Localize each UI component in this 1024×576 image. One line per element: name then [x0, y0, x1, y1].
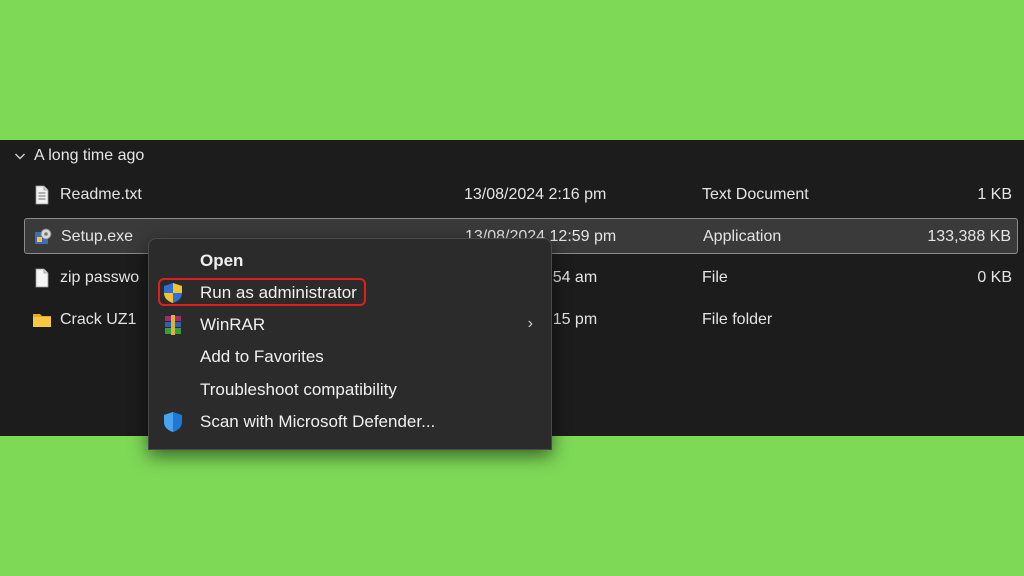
group-label: A long time ago — [34, 147, 145, 164]
menu-item-winrar[interactable]: WinRAR › — [149, 309, 551, 341]
file-size: 1 KB — [977, 186, 1012, 203]
menu-item-label: Add to Favorites — [200, 347, 324, 366]
file-type: Application — [703, 228, 782, 245]
winrar-icon — [165, 315, 181, 335]
file-name: Crack UZ1 — [60, 311, 137, 328]
file-type: Text Document — [702, 186, 809, 203]
menu-item-label: Troubleshoot compatibility — [200, 380, 397, 399]
file-name: Readme.txt — [60, 186, 142, 203]
file-size: 0 KB — [977, 269, 1012, 286]
chevron-down-icon — [15, 153, 25, 160]
context-menu: Open Run as administrator WinRAR › Add t… — [148, 238, 552, 450]
group-header[interactable]: A long time ago — [14, 146, 144, 166]
menu-item-troubleshoot-compatibility[interactable]: Troubleshoot compatibility — [149, 374, 551, 406]
file-row-readme[interactable]: Readme.txt 13/08/2024 2:16 pm Text Docum… — [24, 177, 1018, 213]
menu-item-run-as-administrator[interactable]: Run as administrator — [149, 277, 551, 309]
menu-item-label: Open — [200, 251, 244, 270]
defender-shield-icon — [164, 412, 182, 432]
file-name: zip passwo — [60, 269, 140, 286]
file-type: File — [702, 269, 728, 286]
file-type: File folder — [702, 311, 773, 328]
uac-shield-icon — [164, 283, 182, 303]
file-date: 13/08/2024 2:16 pm — [464, 186, 607, 203]
folder-icon — [33, 314, 51, 327]
file-name: Setup.exe — [61, 228, 134, 245]
menu-item-scan-with-defender[interactable]: Scan with Microsoft Defender... — [149, 406, 551, 438]
menu-item-label: Run as administrator — [200, 283, 357, 302]
chevron-right-icon: › — [527, 315, 533, 332]
menu-item-add-to-favorites[interactable]: Add to Favorites — [149, 341, 551, 373]
menu-item-label: Scan with Microsoft Defender... — [200, 412, 436, 431]
file-size: 133,388 KB — [927, 228, 1011, 245]
text-file-icon — [35, 185, 49, 205]
setup-exe-icon — [35, 228, 52, 244]
menu-item-open[interactable]: Open — [149, 245, 551, 277]
blank-file-icon — [35, 268, 49, 288]
menu-item-label: WinRAR — [200, 315, 266, 334]
